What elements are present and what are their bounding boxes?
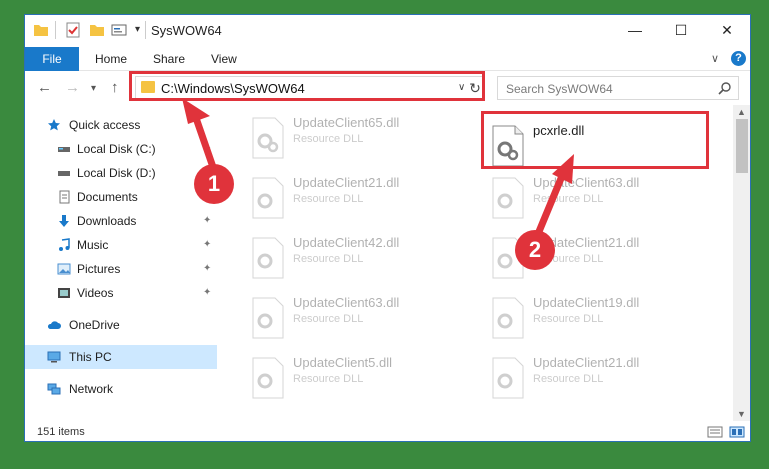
step-badge-2: 2 — [515, 230, 555, 270]
arrow-2 — [534, 154, 574, 238]
annotation-arrows — [182, 98, 574, 238]
arrow-1 — [182, 98, 218, 174]
step-badge-1: 1 — [194, 164, 234, 204]
